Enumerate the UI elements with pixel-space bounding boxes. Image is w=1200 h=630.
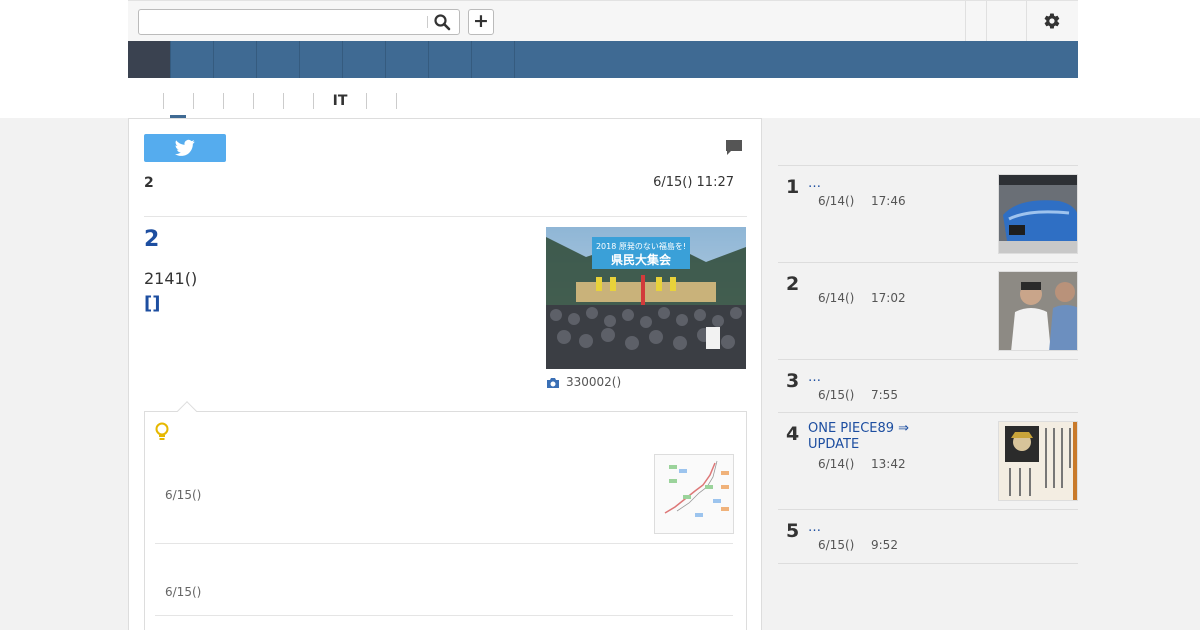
header-divider <box>1026 1 1027 42</box>
rank-date: 6/15() <box>818 538 855 552</box>
tab-category[interactable] <box>223 93 253 109</box>
divider <box>155 543 733 544</box>
article-title[interactable]: 2 <box>144 227 159 252</box>
rank-thumbnail[interactable] <box>998 174 1078 254</box>
rank-thumbnail[interactable] <box>998 421 1078 501</box>
rank-time: 17:02 <box>871 291 906 305</box>
nav-item[interactable] <box>429 41 472 78</box>
comment-button[interactable] <box>725 139 743 157</box>
photo-caption-text: 330002() <box>566 375 622 389</box>
search-icon <box>434 14 451 31</box>
rank-title[interactable]: … <box>808 370 821 386</box>
rank-title[interactable]: … <box>808 520 821 536</box>
tab-category[interactable] <box>283 93 313 109</box>
rank-date: 6/14() <box>818 291 855 305</box>
gear-icon <box>1044 13 1060 29</box>
comment-icon <box>726 140 742 155</box>
rank-number: 2 <box>786 273 800 295</box>
search-box <box>138 9 460 35</box>
rank-time: 13:42 <box>871 457 906 471</box>
search-divider <box>427 16 428 28</box>
rank-number: 3 <box>786 370 800 392</box>
tab-category[interactable] <box>253 93 283 109</box>
twitter-bird-icon <box>175 139 195 156</box>
nav-item[interactable] <box>386 41 429 78</box>
article-photo[interactable]: 2018 原発のない福島を! 県民大集会 <box>546 227 746 369</box>
header-bar: + <box>128 0 1078 42</box>
tab-category[interactable] <box>366 93 396 109</box>
nav-item[interactable] <box>257 41 300 78</box>
ranking-sidebar: 1 … 6/14() 17:46 2 6/14() 17:02 3 … 6/15… <box>778 119 1078 630</box>
tab-category[interactable] <box>396 93 426 109</box>
article-panel: 2 6/15() 11:27 2 2141() [] 2018 原発のない福島を… <box>128 118 762 630</box>
search-input[interactable] <box>139 10 427 34</box>
rank-number: 1 <box>786 176 800 198</box>
rank-time: 9:52 <box>871 538 898 552</box>
tab-category[interactable] <box>163 93 193 109</box>
settings-button[interactable] <box>1043 12 1061 30</box>
rank-time: 7:55 <box>871 388 898 402</box>
header-divider <box>965 1 966 42</box>
category-tabs: IT <box>128 78 1078 119</box>
tab-category[interactable] <box>193 93 223 109</box>
nav-item[interactable] <box>171 41 214 78</box>
article-link[interactable]: [] <box>144 293 160 314</box>
lightbulb-icon <box>155 422 169 440</box>
ranking-item[interactable]: 3 … 6/15() 7:55 <box>778 359 1078 412</box>
rank-date: 6/14() <box>818 194 855 208</box>
ranking-item[interactable]: 2 6/14() 17:02 <box>778 262 1078 359</box>
nav-item[interactable] <box>343 41 386 78</box>
rank-number: 4 <box>786 423 800 445</box>
related-item-thumbnail[interactable] <box>654 454 734 534</box>
nav-item[interactable] <box>472 41 515 78</box>
divider <box>155 615 733 616</box>
svg-text:県民大集会: 県民大集会 <box>611 252 672 267</box>
related-item-date: 6/15() <box>165 488 202 502</box>
nav-item[interactable] <box>214 41 257 78</box>
svg-text:2018 原発のない福島を!: 2018 原発のない福島を! <box>596 241 686 251</box>
nav-item-home[interactable] <box>128 41 171 78</box>
nav-item[interactable] <box>300 41 343 78</box>
article-summary: 2141() <box>144 269 198 288</box>
rank-date: 6/14() <box>818 457 855 471</box>
ranking-item[interactable]: 4 ONE PIECE89 ⇒ UPDATE 6/14() 13:42 <box>778 412 1078 509</box>
rank-title[interactable]: ONE PIECE89 ⇒ UPDATE <box>808 421 928 453</box>
camera-icon <box>547 378 559 388</box>
divider <box>144 216 747 217</box>
tweet-button[interactable] <box>144 134 226 162</box>
ranking-item[interactable]: 5 … 6/15() 9:52 <box>778 509 1078 564</box>
rank-thumbnail[interactable] <box>998 271 1078 351</box>
callout-notch <box>177 401 197 421</box>
rank-time: 17:46 <box>871 194 906 208</box>
global-nav <box>128 41 1078 78</box>
article-datetime: 6/15() 11:27 <box>653 175 734 190</box>
related-item-date: 6/15() <box>165 585 202 599</box>
tab-it[interactable]: IT <box>313 93 366 109</box>
rank-title[interactable]: … <box>808 176 821 192</box>
add-button[interactable]: + <box>468 9 494 35</box>
header-divider <box>986 1 987 42</box>
ranking-item[interactable]: 1 … 6/14() 17:46 <box>778 165 1078 262</box>
search-button[interactable] <box>433 13 453 31</box>
rank-date: 6/15() <box>818 388 855 402</box>
article-pager: 2 <box>144 175 154 191</box>
related-articles: 6/15() 6/15() <box>144 401 747 630</box>
rank-number: 5 <box>786 520 800 542</box>
